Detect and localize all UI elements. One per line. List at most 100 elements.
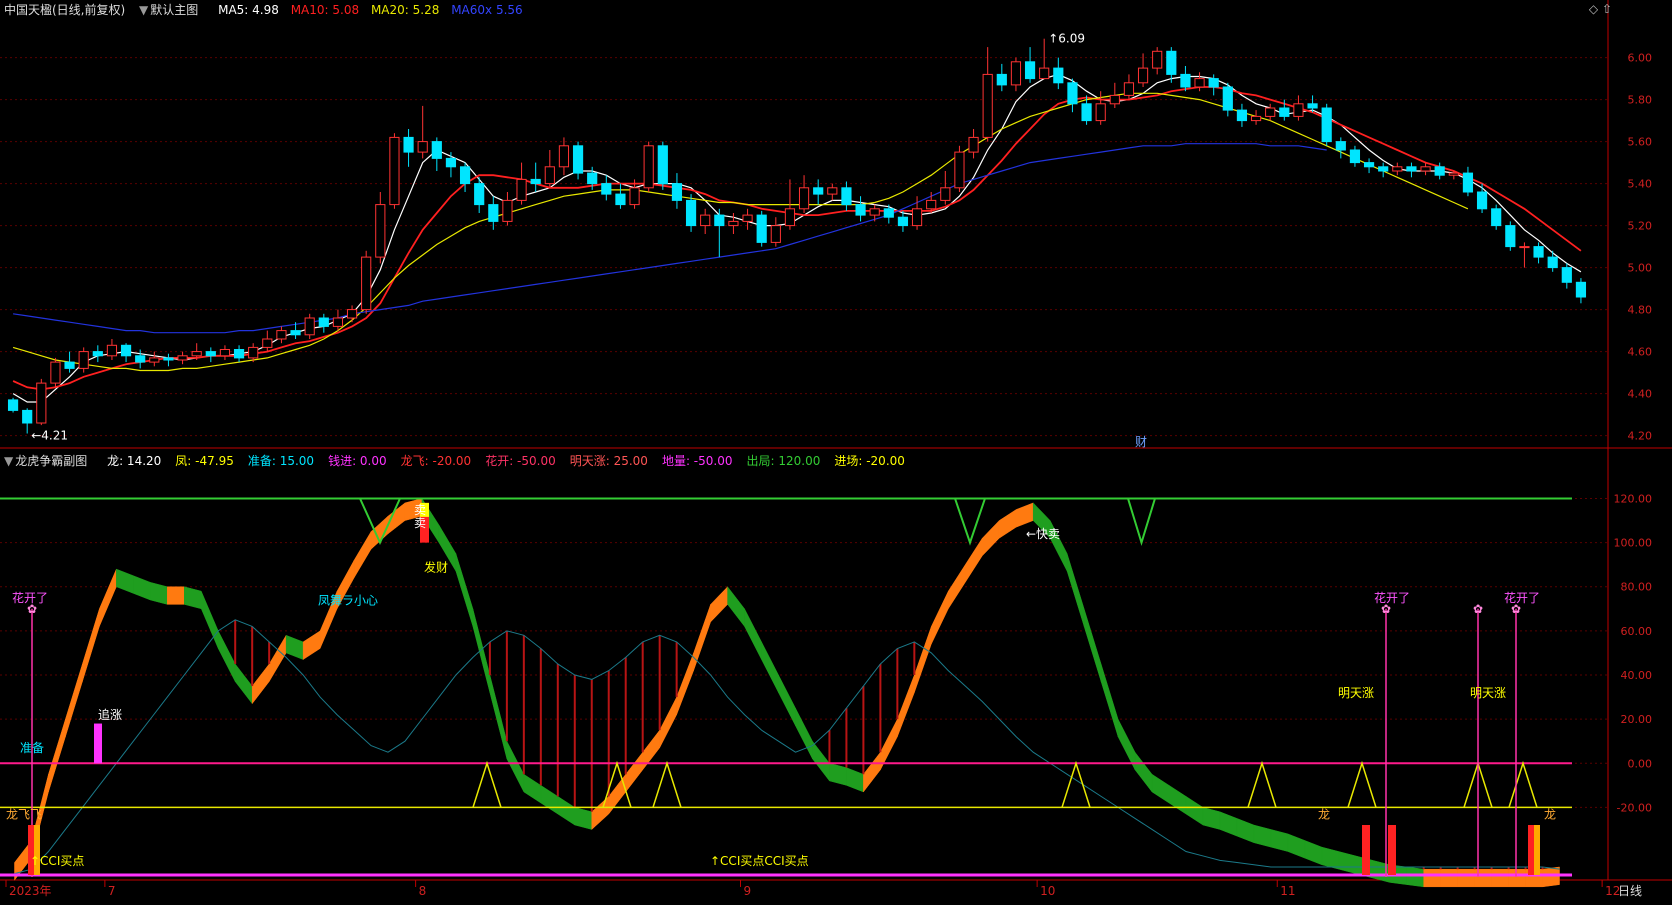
exit-dip xyxy=(1127,498,1156,547)
candle-body xyxy=(1123,82,1135,96)
indicator-tick-label: -20.00 xyxy=(1617,801,1652,814)
candle-body xyxy=(742,214,753,222)
candle-body xyxy=(685,199,697,227)
price-tick-label: 4.40 xyxy=(1628,388,1653,401)
dragon-ribbon-segment xyxy=(1304,840,1323,866)
ma-line-ma60 xyxy=(13,143,1327,334)
template-selector[interactable]: ▼ 默认主图 xyxy=(137,3,210,17)
dragon-ribbon-segment xyxy=(965,537,983,584)
dragon-ribbon-segment xyxy=(268,634,287,683)
candle-body xyxy=(643,145,654,189)
signal-label: 准备 xyxy=(20,741,44,755)
dragon-ribbon-segment xyxy=(931,591,949,645)
candle-body xyxy=(1321,107,1332,143)
diamond-icon[interactable]: ◇ xyxy=(1589,2,1598,16)
chart-stage: 6.00 5.80 5.60 5.40 5.20 5.00 4.80 4.60 4.40 4.20… xyxy=(0,0,1672,901)
candle-body xyxy=(78,351,89,369)
dragon-ribbon-segment xyxy=(1372,860,1390,883)
candle-body xyxy=(516,178,527,201)
candle-body xyxy=(1053,67,1064,84)
dragon-ribbon-segment xyxy=(1542,866,1560,888)
dragon-ribbon-segment xyxy=(778,674,796,726)
dragon-ribbon-segment xyxy=(863,751,881,793)
dragon-ribbon-segment xyxy=(1491,868,1509,888)
dragon-ribbon-segment xyxy=(1253,824,1272,848)
candle-body xyxy=(1476,191,1488,210)
candle-body xyxy=(1561,267,1572,283)
sub-indicator-value: 明天涨: 25.00 xyxy=(569,454,648,468)
price-tick-label: 6.00 xyxy=(1628,52,1653,65)
time-tick-label: 11 xyxy=(1280,884,1295,898)
indicator-tick-label: 80.00 xyxy=(1621,581,1653,594)
candle-body xyxy=(1420,166,1431,172)
candle-body xyxy=(332,317,344,327)
candle-body xyxy=(1349,149,1361,164)
price-tick-label: 5.00 xyxy=(1628,262,1653,275)
candle-body xyxy=(1307,103,1318,109)
candle-body xyxy=(1166,50,1177,75)
dragon-ribbon-segment xyxy=(1338,851,1357,874)
candle-body xyxy=(64,361,75,369)
indicator-tick-label: 100.00 xyxy=(1614,537,1653,550)
candle-body xyxy=(657,145,668,185)
price-tick-label: 5.60 xyxy=(1628,136,1653,149)
ma-line-ma20 xyxy=(12,92,1469,372)
candle-body xyxy=(120,344,132,357)
candle-body xyxy=(1363,162,1375,168)
candle-body xyxy=(431,141,442,159)
dragon-ribbon-segment xyxy=(948,563,966,610)
time-tick-label: 10 xyxy=(1040,884,1055,898)
candle-body xyxy=(7,399,19,411)
dragon-ribbon-segment xyxy=(710,586,728,623)
price-tick-label: 4.80 xyxy=(1628,304,1653,317)
candle-body xyxy=(1293,103,1304,117)
candle-body xyxy=(1279,107,1290,117)
candle-body xyxy=(1547,256,1558,269)
indicator-tick-label: 40.00 xyxy=(1621,669,1653,682)
sub-chart-selector[interactable]: ▼ 龙虎争霸副图 xyxy=(4,454,99,468)
candle-body xyxy=(1406,166,1417,172)
main-chart-header: 中国天楹(日线,前复权) ▼ 默认主图 MA5: 4.98 MA10: 5.08 … xyxy=(4,0,531,20)
candle-body xyxy=(784,208,796,227)
candle-body xyxy=(36,382,47,424)
entry-spike xyxy=(472,760,502,808)
candle-body xyxy=(1505,225,1516,248)
indicator-tick-label: 60.00 xyxy=(1621,625,1653,638)
candle-body xyxy=(728,220,739,227)
dragon-ribbon-segment xyxy=(540,784,559,815)
signal-label: 卖 xyxy=(414,503,426,517)
stock-title[interactable]: 中国天楹(日线,前复权) xyxy=(4,3,125,17)
dragon-ribbon-segment xyxy=(676,652,694,715)
price-tick-label: 4.60 xyxy=(1628,346,1653,359)
candle-body xyxy=(1152,50,1163,69)
candle-body xyxy=(318,317,329,327)
price-tick-label: 5.20 xyxy=(1628,220,1653,233)
candle-body xyxy=(1081,103,1092,122)
chevron-down-icon: ▼ xyxy=(139,3,149,17)
dragon-ribbon-segment xyxy=(812,740,830,782)
dragon-ribbon-segment xyxy=(1083,608,1102,682)
entry-spike xyxy=(652,760,682,808)
dragon-ribbon-segment xyxy=(1423,868,1441,888)
period-label[interactable]: 日线 xyxy=(1618,881,1642,901)
indicator-tick-label: 20.00 xyxy=(1621,713,1653,726)
dragon-ribbon-segment xyxy=(1015,502,1034,528)
price-tick-label: 4.20 xyxy=(1628,430,1653,443)
ma10-label: MA10: 5.08 xyxy=(290,3,360,17)
time-tick-label: 8 xyxy=(419,884,427,898)
candle-body xyxy=(22,409,33,424)
sub-indicator-value: 准备: 15.00 xyxy=(247,454,315,468)
candle-body xyxy=(1392,166,1403,172)
signal-label: 花开了 xyxy=(1374,590,1410,605)
candle-body xyxy=(700,214,711,227)
candle-body xyxy=(883,208,894,218)
up-arrow-icon[interactable]: ⇧ xyxy=(1602,2,1612,16)
signal-label: ↑CCI买点 xyxy=(30,854,84,868)
dragon-ribbon-segment xyxy=(523,773,542,804)
candle-body xyxy=(1491,208,1502,227)
window-controls: ◇ ⇧ xyxy=(1589,2,1612,16)
dragon-ribbon-segment xyxy=(99,568,117,627)
time-tick-label: 7 xyxy=(108,884,116,898)
candle-body xyxy=(1095,103,1106,122)
candle-body xyxy=(996,73,1007,86)
